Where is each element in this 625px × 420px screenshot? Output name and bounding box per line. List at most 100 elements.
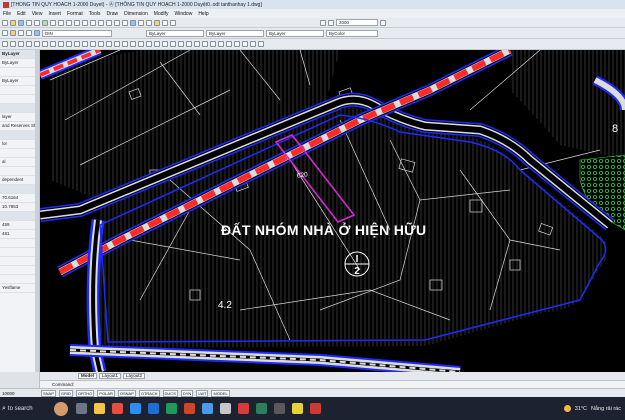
copy-icon[interactable] [58, 19, 64, 26]
menu-tools[interactable]: Tools [89, 11, 101, 17]
insert-block-icon[interactable] [90, 41, 96, 47]
palette-row[interactable] [0, 239, 39, 248]
erase-icon[interactable] [138, 41, 144, 47]
markup-icon[interactable] [154, 19, 160, 26]
offset-icon[interactable] [162, 41, 168, 47]
palette-row[interactable]: lor [0, 140, 39, 149]
undo-icon[interactable] [82, 19, 88, 26]
palette-row[interactable] [0, 68, 39, 77]
app-icon[interactable] [274, 403, 285, 414]
palette-row[interactable]: Yesflame [0, 284, 39, 293]
dim-style-icon[interactable] [328, 19, 334, 26]
layer-manager-icon[interactable] [2, 30, 8, 36]
tool-palettes-icon[interactable] [146, 19, 152, 26]
tab-layout2[interactable]: Layout2 [123, 373, 146, 379]
app-icon[interactable] [292, 403, 303, 414]
word-icon[interactable] [148, 403, 159, 414]
join-icon[interactable] [234, 41, 240, 47]
menu-window[interactable]: Window [175, 11, 193, 17]
palette-row[interactable] [0, 104, 39, 113]
powerpoint-icon[interactable] [184, 403, 195, 414]
palette-row[interactable]: 10.7853 [0, 203, 39, 212]
zoom-previous-icon[interactable] [122, 19, 128, 26]
open-file-icon[interactable] [10, 19, 16, 26]
palette-row[interactable]: dependent [0, 176, 39, 185]
menu-view[interactable]: View [32, 11, 43, 17]
ortho-toggle[interactable]: ORTHO [75, 389, 95, 397]
grid-toggle[interactable]: GRID [58, 389, 73, 397]
text-style-icon[interactable] [320, 19, 326, 26]
move-icon[interactable] [178, 41, 184, 47]
menu-insert[interactable]: Insert [48, 11, 61, 17]
avatar[interactable] [54, 401, 68, 416]
ducs-toggle[interactable]: DUCS [162, 389, 178, 397]
dim-scale-combo[interactable]: 2000 [336, 19, 378, 26]
print-icon[interactable] [26, 19, 32, 26]
save-icon[interactable] [18, 19, 24, 26]
explode-icon[interactable] [258, 41, 264, 47]
chamfer-icon[interactable] [242, 41, 248, 47]
text-style-combo[interactable]: DIN [42, 29, 112, 37]
make-block-icon[interactable] [98, 41, 104, 47]
menu-help[interactable]: Help [198, 11, 208, 17]
menu-dimension[interactable]: Dimension [124, 11, 148, 17]
redo-icon[interactable] [90, 19, 96, 26]
palette-row[interactable] [0, 257, 39, 266]
lwt-toggle[interactable]: LWT [196, 389, 209, 397]
linetype-combo[interactable]: ByLayer [206, 29, 264, 37]
snap-toggle[interactable]: SNAP [41, 389, 56, 397]
zalo-icon[interactable] [202, 403, 213, 414]
chrome-icon[interactable] [112, 403, 123, 414]
osnap-toggle[interactable]: OSNAP [117, 389, 136, 397]
palette-row[interactable]: al [0, 158, 39, 167]
taskbar-search[interactable]: ⌕ to search [0, 397, 50, 420]
palette-row[interactable]: ByLayer [0, 50, 39, 59]
palette-row[interactable]: layer [0, 113, 39, 122]
menu-edit[interactable]: Edit [17, 11, 26, 17]
scale-icon[interactable] [194, 41, 200, 47]
sun-icon[interactable] [18, 30, 24, 36]
palette-row[interactable] [0, 86, 39, 95]
polygon-icon[interactable] [34, 41, 40, 47]
weather-icon[interactable] [563, 405, 571, 412]
palette-row[interactable]: ByLayer [0, 59, 39, 68]
construction-line-icon[interactable] [18, 41, 24, 47]
command-line[interactable]: Command: [40, 380, 625, 388]
properties-icon[interactable] [130, 19, 136, 26]
edge-icon[interactable] [130, 403, 141, 414]
app-icon[interactable] [256, 403, 267, 414]
lock-icon[interactable] [26, 30, 32, 36]
ellipse-icon[interactable] [82, 41, 88, 47]
palette-row[interactable] [0, 212, 39, 221]
layer-previous-icon[interactable] [2, 41, 8, 47]
layer-state-icon[interactable] [10, 30, 16, 36]
palette-row[interactable] [0, 167, 39, 176]
palette-row[interactable] [0, 95, 39, 104]
rectangle-icon[interactable] [42, 41, 48, 47]
circle-icon[interactable] [58, 41, 64, 47]
mirror-icon[interactable] [154, 41, 160, 47]
array-icon[interactable] [170, 41, 176, 47]
extend-icon[interactable] [218, 41, 224, 47]
new-file-icon[interactable] [2, 19, 8, 26]
stretch-icon[interactable] [202, 41, 208, 47]
design-center-icon[interactable] [138, 19, 144, 26]
layer-color-icon[interactable] [34, 30, 40, 36]
table-style-icon[interactable] [380, 19, 386, 26]
palette-row[interactable]: 70.6164 [0, 194, 39, 203]
app-icon[interactable] [310, 403, 321, 414]
menu-file[interactable]: File [3, 11, 11, 17]
palette-row[interactable]: 481 [0, 230, 39, 239]
palette-row[interactable] [0, 275, 39, 284]
cut-icon[interactable] [50, 19, 56, 26]
menu-format[interactable]: Format [67, 11, 83, 17]
task-view-icon[interactable] [76, 403, 87, 414]
zoom-icon[interactable] [106, 19, 112, 26]
menu-draw[interactable]: Draw [106, 11, 118, 17]
paste-icon[interactable] [66, 19, 72, 26]
palette-title-bar[interactable] [35, 50, 39, 372]
zoom-window-icon[interactable] [114, 19, 120, 26]
hatch-icon[interactable] [114, 41, 120, 47]
polar-toggle[interactable]: POLAR [97, 389, 115, 397]
spline-icon[interactable] [74, 41, 80, 47]
